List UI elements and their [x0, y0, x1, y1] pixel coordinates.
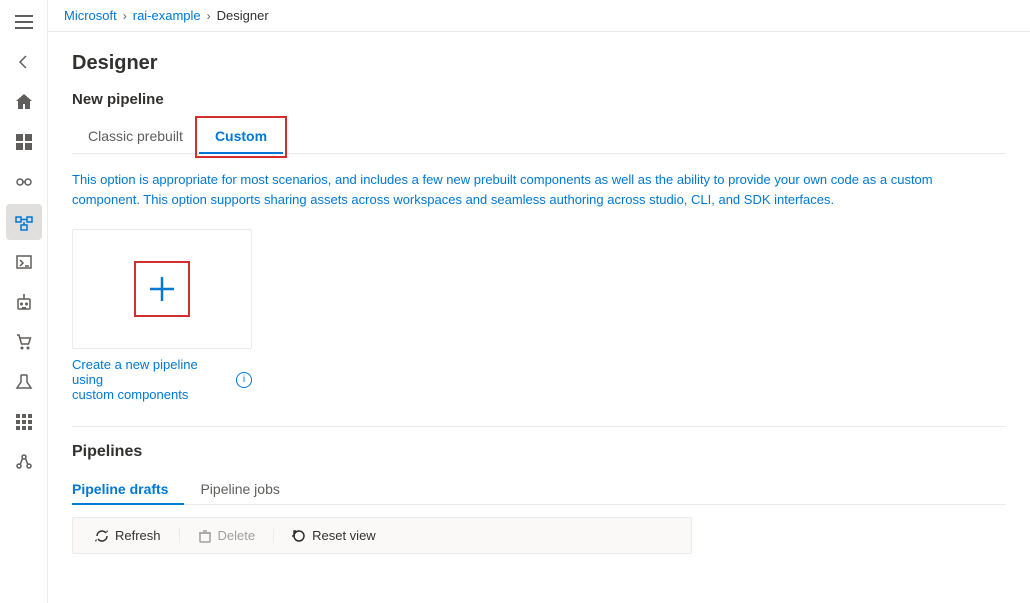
dashboard-icon[interactable]	[6, 124, 42, 160]
menu-icon[interactable]	[6, 4, 42, 40]
cart-icon[interactable]	[6, 324, 42, 360]
pipelines-title: Pipelines	[72, 443, 1006, 461]
plus-icon-box	[134, 261, 190, 317]
toolbar-sep-2	[273, 528, 274, 543]
breadcrumb-microsoft[interactable]: Microsoft	[64, 8, 117, 23]
breadcrumb-sep-1: ›	[123, 9, 127, 23]
refresh-icon	[95, 529, 109, 543]
main-content: Microsoft › rai-example › Designer Desig…	[48, 0, 1030, 603]
breadcrumb: Microsoft › rai-example › Designer	[48, 0, 1030, 32]
section-divider	[72, 426, 1006, 427]
pipeline-description: This option is appropriate for most scen…	[72, 170, 972, 209]
info-icon[interactable]: i	[236, 372, 252, 388]
pipeline-icon[interactable]	[6, 204, 42, 240]
tab-classic-prebuilt[interactable]: Classic prebuilt	[72, 120, 199, 154]
breadcrumb-rai-example[interactable]: rai-example	[133, 8, 201, 23]
breadcrumb-current: Designer	[217, 8, 269, 23]
reset-view-button[interactable]: Reset view	[282, 524, 386, 547]
pipeline-sub-tabs: Pipeline drafts Pipeline jobs	[72, 473, 1006, 505]
sidebar	[0, 0, 48, 603]
new-pipeline-card[interactable]	[72, 229, 252, 349]
home-icon[interactable]	[6, 84, 42, 120]
tab-custom[interactable]: Custom	[199, 120, 283, 154]
terminal-icon[interactable]	[6, 244, 42, 280]
page-title: Designer	[72, 52, 1006, 75]
toolbar-sep-1	[179, 528, 180, 543]
grid-small-icon[interactable]	[6, 404, 42, 440]
robot-icon[interactable]	[6, 284, 42, 320]
back-icon[interactable]	[6, 44, 42, 80]
new-pipeline-title: New pipeline	[72, 91, 1006, 108]
card-label: Create a new pipeline using custom compo…	[72, 357, 252, 402]
delete-button[interactable]: Delete	[188, 524, 266, 547]
pipeline-type-tabs: Classic prebuilt Custom	[72, 120, 1006, 154]
content-area: Designer New pipeline Classic prebuilt C…	[48, 32, 1030, 603]
sub-tab-drafts[interactable]: Pipeline drafts	[72, 473, 184, 505]
pipeline-toolbar: Refresh Delete Reset view	[72, 517, 692, 554]
breadcrumb-sep-2: ›	[207, 9, 211, 23]
sub-tab-jobs[interactable]: Pipeline jobs	[200, 473, 295, 505]
lab-icon[interactable]	[6, 364, 42, 400]
reset-view-icon	[292, 529, 306, 543]
refresh-button[interactable]: Refresh	[85, 524, 171, 547]
transform-icon[interactable]	[6, 164, 42, 200]
nodes-icon[interactable]	[6, 444, 42, 480]
card-label-text: Create a new pipeline using custom compo…	[72, 357, 230, 402]
pipeline-card-area: Create a new pipeline using custom compo…	[72, 229, 1006, 402]
delete-icon	[198, 529, 212, 543]
